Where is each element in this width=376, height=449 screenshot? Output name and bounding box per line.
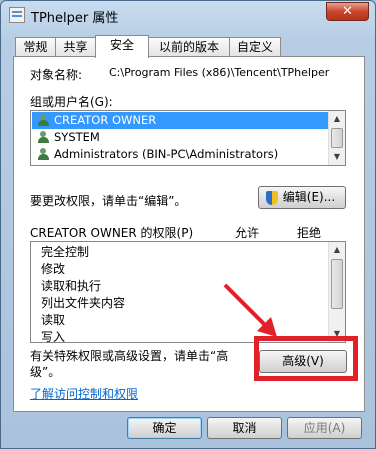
uac-shield-icon — [266, 191, 278, 205]
object-name-value: C:\Program Files (x86)\Tencent\TPhelper — [109, 66, 330, 79]
permissions-title: CREATOR OWNER 的权限(P) — [30, 226, 194, 240]
groups-scrollbar[interactable]: ▲ ▼ — [328, 111, 345, 165]
scroll-thumb[interactable] — [331, 259, 343, 309]
permissions-list: 完全控制 修改 读取和执行 列出文件夹内容 读取 写入 ▲ ▼ — [30, 241, 346, 343]
close-button[interactable]: ✕ — [326, 2, 369, 21]
permission-modify: 修改 — [41, 262, 66, 276]
group-item-creator-owner[interactable]: CREATOR OWNER — [32, 112, 329, 129]
groups-listbox[interactable]: CREATOR OWNER SYSTEM Administrators (BIN… — [30, 110, 346, 166]
groups-label: 组或用户名(G): — [30, 95, 113, 109]
advanced-hint: 有关特殊权限或高级设置，请单击“高级”。 — [30, 349, 229, 379]
edit-button[interactable]: 编辑(E)... — [258, 186, 346, 209]
tab-sharing[interactable]: 共享 — [55, 37, 96, 57]
window-app-icon — [9, 7, 25, 23]
permission-full-control: 完全控制 — [41, 245, 90, 259]
user-group-icon — [37, 148, 51, 161]
access-control-help-link[interactable]: 了解访问控制和权限 — [30, 385, 138, 402]
scroll-up-icon[interactable]: ▲ — [329, 111, 345, 127]
permission-read-execute: 读取和执行 — [41, 279, 102, 293]
tab-customize[interactable]: 自定义 — [229, 37, 281, 57]
tab-bar: 常规 共享 安全 以前的版本 自定义 — [15, 35, 365, 58]
group-item-label: SYSTEM — [54, 130, 100, 144]
deny-column-header: 拒绝 — [297, 226, 322, 240]
permissions-scrollbar[interactable]: ▲ ▼ — [328, 242, 345, 342]
user-group-icon — [37, 114, 51, 127]
tab-general[interactable]: 常规 — [15, 37, 56, 57]
ok-button[interactable]: 确定 — [127, 417, 202, 439]
annotation-arrow-icon — [223, 283, 277, 337]
object-name-label: 对象名称: — [30, 68, 83, 82]
permission-read: 读取 — [41, 313, 66, 327]
title-bar[interactable]: TPhelper 属性 ✕ — [1, 1, 375, 29]
apply-button[interactable]: 应用(A) — [287, 417, 362, 439]
properties-window: TPhelper 属性 ✕ 常规 共享 安全 以前的版本 自定义 对象名称: C… — [0, 0, 376, 449]
permission-write: 写入 — [41, 330, 66, 343]
group-item-label: Administrators (BIN-PC\Administrators) — [54, 147, 279, 161]
permission-list-folder: 列出文件夹内容 — [41, 296, 126, 310]
tab-previous-versions[interactable]: 以前的版本 — [148, 37, 230, 57]
scroll-down-icon[interactable]: ▼ — [329, 149, 345, 165]
user-group-icon — [37, 131, 51, 144]
group-item-label: CREATOR OWNER — [54, 113, 157, 127]
edit-button-label: 编辑(E)... — [282, 190, 336, 204]
allow-column-header: 允许 — [235, 226, 260, 240]
cancel-button[interactable]: 取消 — [207, 417, 282, 439]
scroll-up-icon[interactable]: ▲ — [329, 242, 345, 258]
annotation-highlight-box — [254, 336, 358, 381]
window-title: TPhelper 属性 — [31, 11, 119, 26]
tab-security[interactable]: 安全 — [95, 35, 149, 58]
scroll-thumb[interactable] — [331, 128, 343, 148]
group-item-system[interactable]: SYSTEM — [32, 129, 329, 146]
group-item-administrators[interactable]: Administrators (BIN-PC\Administrators) — [32, 146, 329, 163]
change-permissions-hint: 要更改权限，请单击“编辑”。 — [30, 194, 187, 208]
